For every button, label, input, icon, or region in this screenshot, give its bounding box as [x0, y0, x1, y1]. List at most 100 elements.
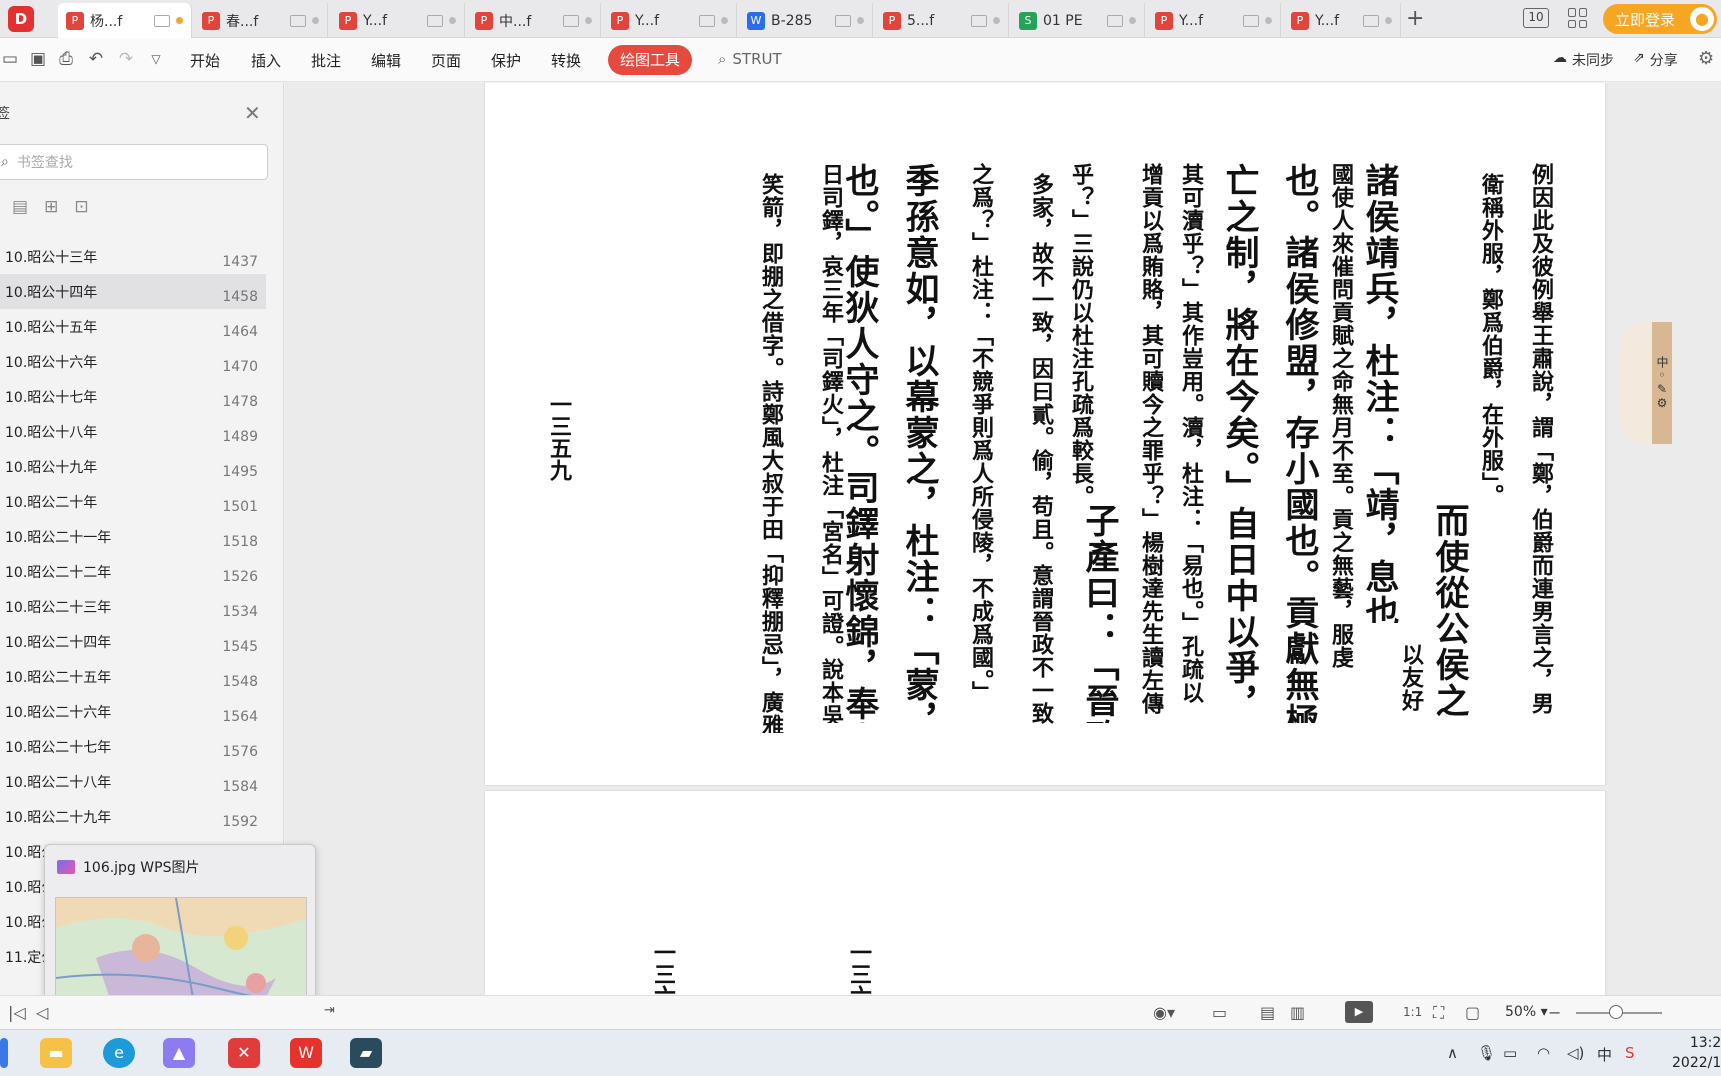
tray-expand-icon[interactable]: ∧ — [1447, 1044, 1458, 1062]
tab-close-dot-icon[interactable] — [721, 17, 728, 24]
play-slideshow-icon[interactable]: ▶ — [1345, 1001, 1373, 1023]
bookmark-item[interactable]: 10.昭公二十九年 1592 — [0, 799, 266, 834]
tab-document[interactable]: P 春...f — [194, 3, 328, 38]
bookmark-item[interactable]: 10.昭公十四年 1458 — [0, 274, 266, 309]
single-page-view-icon[interactable]: ▭ — [1212, 1003, 1227, 1022]
monitor-icon[interactable] — [154, 14, 170, 27]
document-viewport[interactable]: 例因此及彼例舉王肅說，謂「鄭，伯爵而連男言之，男 衛稱外服，鄭爲伯爵，在外服」。而… — [285, 83, 1721, 995]
add-bookmark-icon[interactable]: ⊞ — [44, 197, 58, 217]
quick-access-dropdown-icon[interactable]: ▽ — [146, 49, 166, 69]
bookmark-item[interactable]: 10.昭公二十二年 1526 — [0, 554, 266, 589]
prev-page-icon[interactable]: ◁ — [36, 1003, 48, 1022]
menu-item[interactable]: 页面 — [431, 50, 461, 71]
menu-item[interactable]: 插入 — [251, 50, 281, 71]
bookmark-search[interactable]: ⌕ — [0, 144, 268, 180]
eye-protection-icon[interactable]: ◉▾ — [1153, 1003, 1175, 1022]
menu-item[interactable]: 批注 — [311, 50, 341, 71]
tab-close-dot-icon[interactable] — [993, 17, 1000, 24]
tab-close-dot-icon[interactable] — [312, 17, 319, 24]
edge-browser-icon[interactable]: e — [103, 1038, 135, 1068]
bookmark-item[interactable]: 10.昭公二十五年 1548 — [0, 659, 266, 694]
open-folder-icon[interactable]: ▭ — [0, 49, 20, 69]
tab-close-dot-icon[interactable] — [1385, 17, 1392, 24]
tab-document[interactable]: S 01 PE — [1011, 3, 1145, 38]
battery-icon[interactable]: ▭ — [1503, 1044, 1517, 1062]
bookmark-icon[interactable]: ⊡ — [74, 197, 88, 217]
tab-document[interactable]: P Y...f — [1283, 3, 1401, 38]
page-view-icon[interactable]: ▤ — [1260, 1003, 1275, 1022]
actual-size-button[interactable]: 1:1 — [1403, 1005, 1422, 1019]
save-icon[interactable]: ▣ — [28, 49, 48, 69]
collapse-bookmarks-icon[interactable]: ▤ — [12, 197, 28, 217]
tab-document[interactable]: P Y...f — [331, 3, 465, 38]
xmind-icon[interactable]: ✕ — [228, 1038, 260, 1068]
tab-close-dot-icon[interactable] — [1265, 17, 1272, 24]
monitor-icon[interactable] — [1363, 14, 1379, 27]
tab-document[interactable]: P Y...f — [1147, 3, 1281, 38]
bookmark-item[interactable]: 10.昭公二十七年 1576 — [0, 729, 266, 764]
undo-icon[interactable]: ↶ — [86, 49, 106, 69]
settings-icon[interactable]: ⚙ — [1698, 48, 1714, 69]
menu-item[interactable]: 保护 — [491, 50, 521, 71]
monitor-icon[interactable] — [971, 14, 987, 27]
bookmark-item[interactable]: 10.昭公十九年 1495 — [0, 449, 266, 484]
menu-item[interactable]: 编辑 — [371, 50, 401, 71]
tab-document[interactable]: P 5...f — [875, 3, 1009, 38]
monitor-icon[interactable] — [835, 14, 851, 27]
grid-view-icon[interactable] — [1568, 8, 1588, 28]
first-page-icon[interactable]: |◁ — [8, 1003, 26, 1022]
microphone-icon[interactable]: 🎙 — [1477, 1044, 1496, 1062]
tab-document[interactable]: W B-285 — [739, 3, 873, 38]
bookmark-item[interactable]: 10.昭公十五年 1464 — [0, 309, 266, 344]
wps-picture-icon[interactable]: ▲ — [163, 1038, 195, 1068]
monitor-icon[interactable] — [699, 14, 715, 27]
bookmark-item[interactable]: 10.昭公十六年 1470 — [0, 344, 266, 379]
fit-page-icon[interactable]: ⛶ — [1433, 1003, 1444, 1023]
menu-item[interactable]: 开始 — [190, 50, 220, 71]
system-clock[interactable]: 13:2 2022/1 — [1672, 1033, 1721, 1073]
new-tab-button[interactable]: + — [1406, 6, 1424, 31]
wps-office-icon[interactable]: W — [290, 1038, 322, 1068]
monitor-icon[interactable] — [427, 14, 443, 27]
monitor-icon[interactable] — [563, 14, 579, 27]
volume-icon[interactable]: ◁) — [1567, 1044, 1584, 1062]
bookmark-item[interactable]: 10.昭公二十一年 1518 — [0, 519, 266, 554]
tab-close-dot-icon[interactable] — [1129, 17, 1136, 24]
start-edge-icon[interactable] — [0, 1038, 8, 1068]
share-button[interactable]: ⇗ 分享 — [1633, 50, 1678, 70]
unsaved-dot-icon[interactable] — [176, 17, 183, 24]
tab-close-dot-icon[interactable] — [449, 17, 456, 24]
bookmark-item[interactable]: 10.昭公十三年 1437 — [0, 239, 266, 274]
redo-icon[interactable]: ↷ — [116, 49, 136, 69]
wifi-icon[interactable]: ◠ — [1537, 1044, 1550, 1062]
bookmark-item[interactable]: 10.昭公十八年 1489 — [0, 414, 266, 449]
tab-document[interactable]: P 中...f — [467, 3, 601, 38]
assistant-sticker[interactable]: 中◦✎⚙ — [1620, 322, 1672, 444]
zoom-slider-knob[interactable] — [1609, 1005, 1623, 1019]
window-count-badge[interactable]: 10 — [1523, 8, 1549, 28]
login-button[interactable]: 立即登录 ● — [1603, 4, 1717, 34]
menu-item[interactable]: 转换 — [551, 50, 581, 71]
bookmark-item[interactable]: 10.昭公十七年 1478 — [0, 379, 266, 414]
monitor-icon[interactable] — [290, 14, 306, 27]
ime-icon[interactable]: 中 — [1597, 1044, 1612, 1065]
bookmark-item[interactable]: 10.昭公二十四年 1545 — [0, 624, 266, 659]
bookmark-search-input[interactable] — [16, 154, 237, 170]
expand-sidebar-icon[interactable]: ⇥ — [324, 1003, 335, 1018]
fit-width-icon[interactable]: ▢ — [1465, 1003, 1480, 1022]
two-page-view-icon[interactable]: ▥ — [1290, 1003, 1305, 1022]
tab-document[interactable]: P Y...f — [603, 3, 737, 38]
print-icon[interactable]: ⎙ — [56, 49, 76, 69]
monitor-icon[interactable] — [1243, 14, 1259, 27]
bookmark-item[interactable]: 10.昭公二十六年 1564 — [0, 694, 266, 729]
monitor-icon[interactable] — [1107, 14, 1123, 27]
sync-status[interactable]: ☁ 未同步 — [1553, 50, 1614, 70]
file-explorer-icon[interactable]: ▬ — [40, 1038, 72, 1068]
close-icon[interactable]: ✕ — [244, 101, 261, 125]
tab-close-dot-icon[interactable] — [585, 17, 592, 24]
bookmark-item[interactable]: 10.昭公二十年 1501 — [0, 484, 266, 519]
tab-document[interactable]: P 杨...f — [58, 3, 192, 38]
terminal-app-icon[interactable]: ▰ — [350, 1038, 382, 1068]
bookmark-item[interactable]: 10.昭公二十八年 1584 — [0, 764, 266, 799]
bookmark-item[interactable]: 10.昭公二十三年 1534 — [0, 589, 266, 624]
